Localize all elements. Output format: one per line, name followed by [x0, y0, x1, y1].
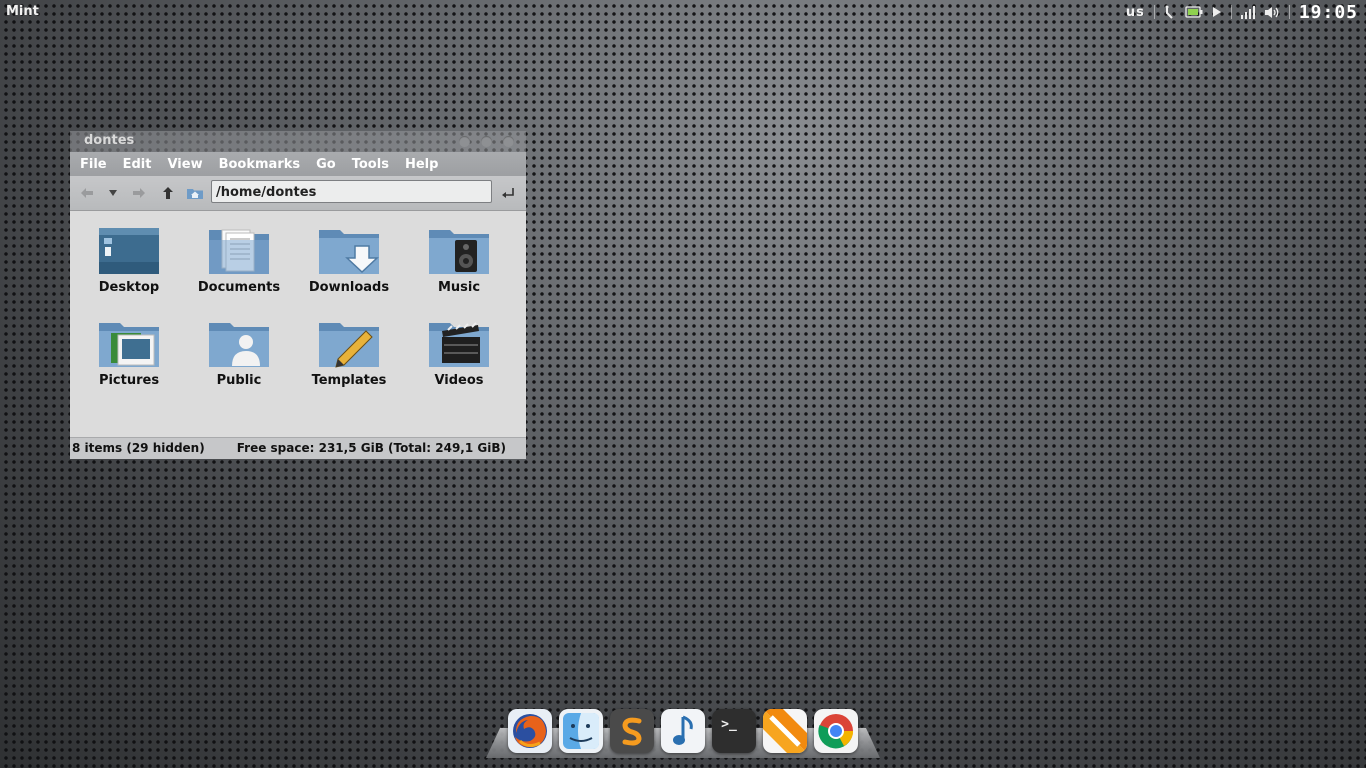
templates-folder-icon: [319, 323, 379, 368]
up-button[interactable]: [159, 184, 177, 202]
history-dropdown-button[interactable]: [104, 184, 122, 202]
dock-app-finder[interactable]: [559, 709, 603, 753]
dock-app-vlc[interactable]: [763, 709, 807, 753]
toolbar: [70, 176, 526, 211]
item-label: Videos: [434, 373, 484, 388]
arrow-right-icon: [133, 188, 145, 198]
home-icon: [187, 189, 203, 199]
window-titlebar[interactable]: dontes: [70, 131, 526, 152]
chevron-down-icon: [109, 190, 117, 196]
item-label: Templates: [311, 373, 387, 388]
arrow-up-icon: [163, 187, 173, 199]
window-title: dontes: [84, 133, 135, 148]
menu-help[interactable]: Help: [399, 157, 444, 172]
folder-item-downloads[interactable]: Downloads: [299, 224, 399, 295]
item-label: Documents: [197, 280, 281, 295]
arrow-left-icon: [81, 188, 93, 198]
dock-app-terminal[interactable]: >_: [712, 709, 756, 753]
folder-item-desktop[interactable]: Desktop: [79, 224, 179, 295]
go-button[interactable]: [499, 184, 517, 202]
signal-icon[interactable]: [1240, 5, 1255, 19]
finder-icon: [563, 713, 599, 749]
enter-icon: [502, 188, 514, 198]
volume-icon[interactable]: [1264, 6, 1280, 19]
tray-separator: [1230, 5, 1232, 19]
file-view: Desktop Documents Downloads Music Pictur…: [70, 211, 526, 437]
item-label: Public: [216, 373, 262, 388]
firefox-icon: [513, 714, 547, 748]
home-button[interactable]: [186, 184, 204, 202]
folder-item-documents[interactable]: Documents: [189, 224, 289, 295]
menu-file[interactable]: File: [74, 157, 113, 172]
menu-bar: File Edit View Bookmarks Go Tools Help: [70, 152, 526, 176]
menu-bookmarks[interactable]: Bookmarks: [213, 157, 307, 172]
terminal-icon: >_: [721, 716, 737, 732]
item-count: 8 items (29 hidden): [72, 441, 205, 455]
maximize-button[interactable]: [481, 136, 492, 147]
dock-app-sublime-text[interactable]: [610, 709, 654, 753]
dock-app-music-player[interactable]: [661, 709, 705, 753]
battery-icon[interactable]: [1185, 6, 1203, 18]
free-space: Free space: 231,5 GiB (Total: 249,1 GiB): [236, 441, 506, 455]
network-icon[interactable]: [1164, 4, 1176, 20]
sublime-text-icon: [622, 717, 642, 746]
music-folder-icon: [429, 230, 489, 274]
tray-separator: [1288, 5, 1290, 19]
status-bar: 8 items (29 hidden) Free space: 231,5 Gi…: [70, 437, 526, 459]
videos-folder-icon: [429, 322, 489, 367]
folder-item-templates[interactable]: Templates: [299, 317, 399, 388]
documents-folder-icon: [209, 229, 269, 274]
minimize-button[interactable]: [459, 136, 470, 147]
path-input[interactable]: [212, 182, 490, 203]
menu-view[interactable]: View: [161, 157, 208, 172]
desktop-folder-icon: [99, 228, 159, 274]
public-folder-icon: [209, 323, 269, 367]
file-manager-window: dontes File Edit View Bookmarks Go Tools…: [70, 131, 526, 459]
chrome-icon: [818, 714, 853, 749]
tray-separator: [1153, 5, 1155, 19]
panel-menu-button[interactable]: Mint: [6, 4, 39, 19]
downloads-folder-icon: [319, 230, 379, 274]
item-label: Pictures: [98, 373, 160, 388]
folder-item-videos[interactable]: Videos: [409, 317, 509, 388]
menu-edit[interactable]: Edit: [117, 157, 158, 172]
music-note-icon: [673, 715, 693, 745]
location-bar[interactable]: [211, 180, 492, 203]
item-label: Downloads: [308, 280, 390, 295]
dock-app-chrome[interactable]: [814, 709, 858, 753]
folder-item-public[interactable]: Public: [189, 317, 289, 388]
back-button[interactable]: [78, 184, 96, 202]
vlc-icon: [763, 709, 807, 753]
menu-tools[interactable]: Tools: [346, 157, 395, 172]
folder-item-pictures[interactable]: Pictures: [79, 317, 179, 388]
pictures-folder-icon: [99, 323, 159, 367]
close-button[interactable]: [503, 136, 514, 147]
dock-app-firefox[interactable]: [508, 709, 552, 753]
dock: >_: [486, 698, 880, 768]
keyboard-layout-indicator[interactable]: us: [1126, 5, 1145, 20]
clock[interactable]: 19:05: [1299, 2, 1358, 23]
item-label: Desktop: [98, 280, 160, 295]
media-play-icon[interactable]: [1212, 6, 1222, 18]
system-tray: us 19:05: [1126, 2, 1358, 23]
forward-button[interactable]: [130, 184, 148, 202]
menu-go[interactable]: Go: [310, 157, 342, 172]
folder-item-music[interactable]: Music: [409, 224, 509, 295]
top-panel: Mint us 19:05: [0, 0, 1366, 24]
item-label: Music: [437, 280, 481, 295]
